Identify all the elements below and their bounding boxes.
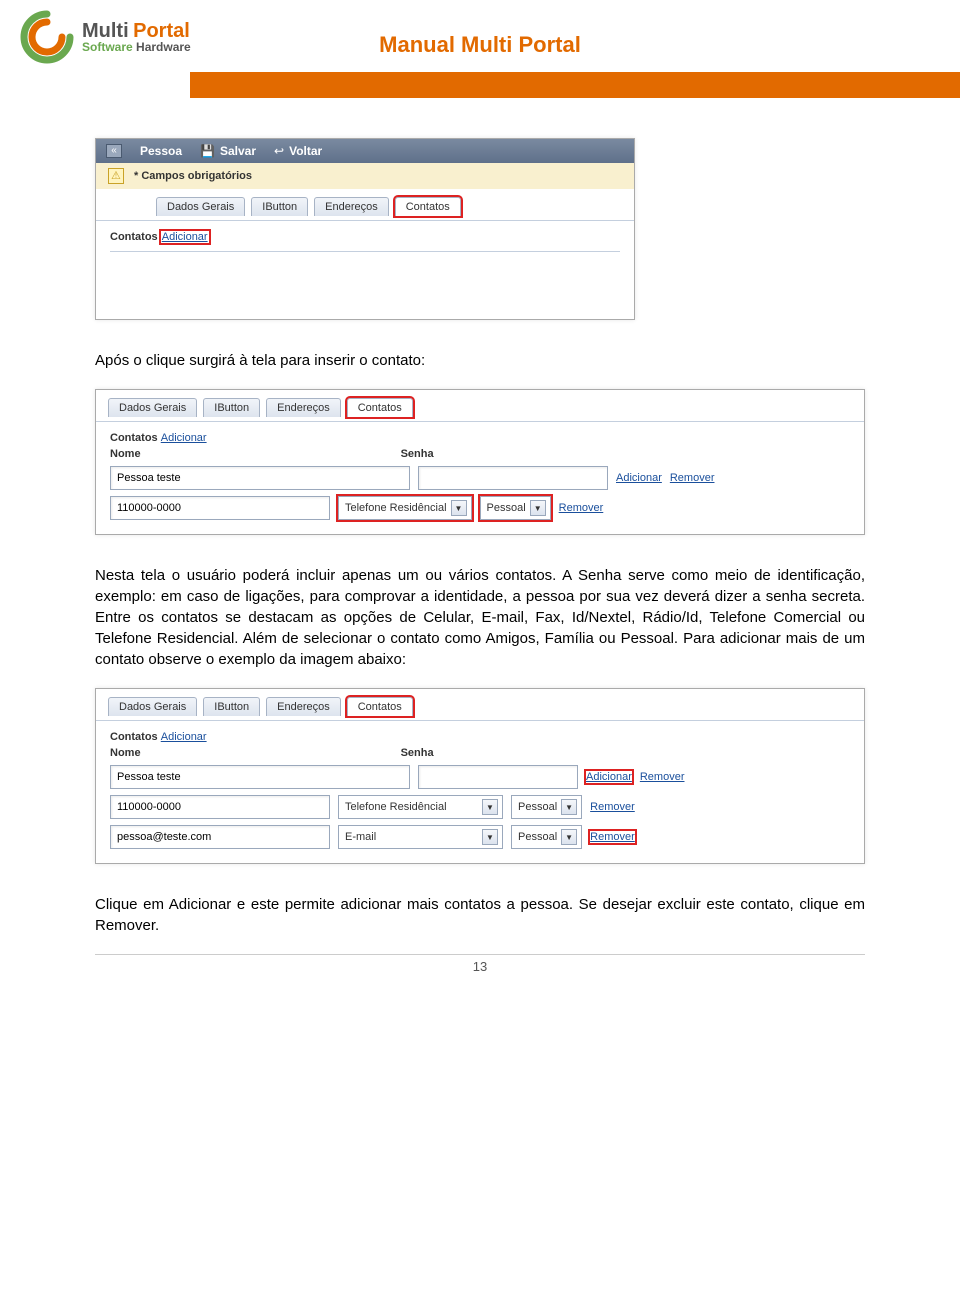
- tabs-bar: Dados Gerais IButton Endereços Contatos: [96, 189, 634, 221]
- contatos-label: Contatos: [110, 432, 158, 444]
- column-nome: Nome: [110, 448, 141, 460]
- column-nome: Nome: [110, 747, 141, 759]
- tipo-select-value: Telefone Residêncial: [345, 502, 447, 514]
- collapse-icon[interactable]: «: [106, 144, 122, 158]
- tab-ibutton[interactable]: IButton: [203, 697, 260, 716]
- telefone-input[interactable]: [110, 496, 330, 520]
- save-icon: 💾: [200, 144, 215, 158]
- categoria-select-value: Pessoal: [487, 502, 526, 514]
- nome-input[interactable]: [110, 466, 410, 490]
- chevron-down-icon: ▼: [482, 829, 498, 845]
- tab-contatos[interactable]: Contatos: [347, 398, 413, 417]
- adicionar-link[interactable]: Adicionar: [161, 231, 209, 243]
- tab-dados-gerais[interactable]: Dados Gerais: [108, 697, 197, 716]
- column-senha: Senha: [401, 448, 434, 460]
- chevron-down-icon: ▼: [561, 799, 577, 815]
- tab-enderecos[interactable]: Endereços: [266, 697, 341, 716]
- row2-tipo-select[interactable]: E-mail ▼: [338, 825, 503, 849]
- row2-cat-select[interactable]: Pessoal ▼: [511, 825, 582, 849]
- column-senha: Senha: [401, 747, 434, 759]
- nome-input[interactable]: [110, 765, 410, 789]
- remover-row-link[interactable]: Remover: [559, 502, 604, 514]
- tabs-bar-2: Dados Gerais IButton Endereços Contatos: [96, 390, 864, 422]
- row2-remover-link[interactable]: Remover: [590, 831, 635, 843]
- row1-remover-link[interactable]: Remover: [590, 801, 635, 813]
- tabs-bar-3: Dados Gerais IButton Endereços Contatos: [96, 689, 864, 721]
- page-header: Multi Portal Software Hardware Manual Mu…: [0, 0, 960, 64]
- row1-cat-value: Pessoal: [518, 801, 557, 813]
- remover-contact-link[interactable]: Remover: [670, 472, 715, 484]
- logo: Multi Portal Software Hardware: [20, 10, 191, 64]
- contatos-label: Contatos: [110, 731, 158, 743]
- row1-tipo-value: Telefone Residêncial: [345, 801, 447, 813]
- chevron-down-icon: ▼: [530, 500, 546, 516]
- row2-tipo-value: E-mail: [345, 831, 376, 843]
- screenshot-1: « Pessoa 💾Salvar ↩Voltar * Campos obriga…: [95, 138, 635, 320]
- page-title: Manual Multi Portal: [379, 32, 581, 58]
- paragraph-3: Clique em Adicionar e este permite adici…: [95, 894, 865, 936]
- chevron-down-icon: ▼: [482, 799, 498, 815]
- tab-contatos[interactable]: Contatos: [395, 197, 461, 216]
- tab-dados-gerais[interactable]: Dados Gerais: [156, 197, 245, 216]
- toolbar-pessoa[interactable]: Pessoa: [140, 144, 182, 158]
- senha-input[interactable]: [418, 466, 608, 490]
- senha-input[interactable]: [418, 765, 578, 789]
- logo-swirl-icon: [20, 10, 74, 64]
- logo-sub-software: Software: [82, 40, 133, 54]
- adicionar-link[interactable]: Adicionar: [161, 731, 207, 743]
- adicionar-contact-link[interactable]: Adicionar: [616, 472, 662, 484]
- tab-enderecos[interactable]: Endereços: [266, 398, 341, 417]
- tab-ibutton[interactable]: IButton: [251, 197, 308, 216]
- warning-bar: * Campos obrigatórios: [96, 163, 634, 189]
- adicionar-link[interactable]: Adicionar: [161, 432, 207, 444]
- row1-tipo-select[interactable]: Telefone Residêncial ▼: [338, 795, 503, 819]
- page-number: 13: [95, 954, 865, 974]
- tab-dados-gerais[interactable]: Dados Gerais: [108, 398, 197, 417]
- header-rule: [190, 72, 960, 98]
- screenshot-3: Dados Gerais IButton Endereços Contatos …: [95, 688, 865, 864]
- row2-value-input[interactable]: [110, 825, 330, 849]
- row1-value-input[interactable]: [110, 795, 330, 819]
- tab-contatos[interactable]: Contatos: [347, 697, 413, 716]
- row1-cat-select[interactable]: Pessoal ▼: [511, 795, 582, 819]
- toolbar-salvar[interactable]: 💾Salvar: [200, 144, 256, 158]
- screenshot-2: Dados Gerais IButton Endereços Contatos …: [95, 389, 865, 535]
- tab-enderecos[interactable]: Endereços: [314, 197, 389, 216]
- tab-ibutton[interactable]: IButton: [203, 398, 260, 417]
- logo-brand-a: Multi: [82, 20, 129, 42]
- back-icon: ↩: [274, 144, 284, 158]
- warning-icon: [108, 168, 124, 184]
- categoria-select[interactable]: Pessoal ▼: [480, 496, 551, 520]
- toolbar-voltar[interactable]: ↩Voltar: [274, 144, 322, 158]
- contatos-label: Contatos: [110, 231, 158, 243]
- paragraph-1: Após o clique surgirá à tela para inseri…: [95, 350, 865, 371]
- logo-sub-hardware: Hardware: [136, 40, 191, 54]
- remover-contact-link[interactable]: Remover: [640, 771, 685, 783]
- adicionar-contact-link[interactable]: Adicionar: [586, 771, 632, 783]
- warning-text: * Campos obrigatórios: [134, 170, 252, 182]
- row2-cat-value: Pessoal: [518, 831, 557, 843]
- paragraph-2: Nesta tela o usuário poderá incluir apen…: [95, 565, 865, 670]
- chevron-down-icon: ▼: [451, 500, 467, 516]
- document-body: « Pessoa 💾Salvar ↩Voltar * Campos obriga…: [0, 98, 960, 994]
- chevron-down-icon: ▼: [561, 829, 577, 845]
- logo-brand-b: Portal: [133, 20, 190, 42]
- toolbar: « Pessoa 💾Salvar ↩Voltar: [96, 139, 634, 163]
- tipo-select[interactable]: Telefone Residêncial ▼: [338, 496, 472, 520]
